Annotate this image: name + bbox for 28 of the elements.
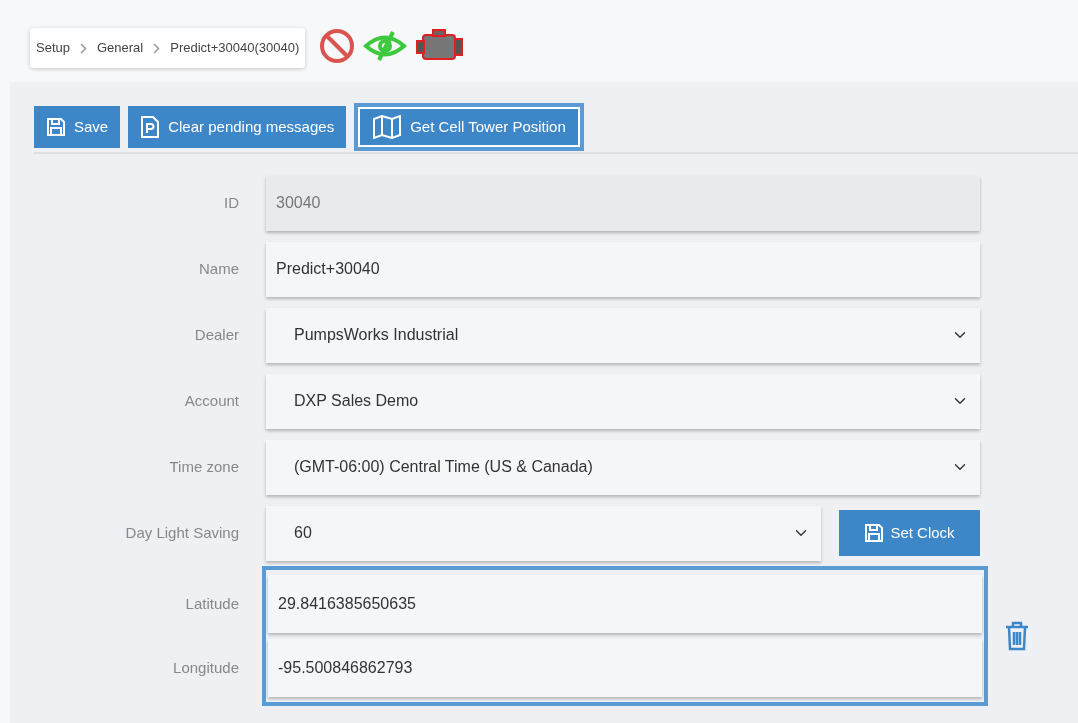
prohibited-icon [319,28,356,64]
toolbar-button[interactable]: Clear pending messages [128,106,347,148]
document-p-icon [140,115,161,139]
dropdown-field[interactable]: DXP Sales Demo [266,373,980,429]
trash-icon[interactable] [1004,621,1030,651]
input-field[interactable]: -95.500846862793 [268,639,982,697]
eye-slash-icon [363,29,408,63]
field-label: Account [183,390,240,411]
breadcrumb-item: Predict+30040(30040) [170,39,300,57]
breadcrumb-item[interactable]: General [97,38,144,58]
field-label: ID [223,192,240,213]
field-label: Dealer [193,324,240,345]
input-field[interactable]: 29.8416385650635 [268,575,982,633]
field-label: Name [198,258,240,279]
field-label: Longitude [172,658,240,678]
dropdown-field[interactable]: (GMT-06:00) Central Time (US & Canada) [266,439,980,495]
dropdown-field[interactable]: 60 [266,505,821,561]
dropdown-field[interactable]: PumpsWorks Industrial [266,307,980,363]
input-field[interactable]: Predict+30040 [266,241,980,297]
field-label: Latitude [184,594,240,614]
map-icon [372,115,403,139]
readonly-field[interactable]: 30040 [266,175,980,231]
toolbar-button[interactable]: Save [34,106,121,148]
breadcrumb-item[interactable]: Setup [36,38,70,58]
field-label: Time zone [168,456,240,477]
field-label: Day Light Saving [124,522,240,543]
toolbar-button[interactable]: Get Cell Tower Position [360,109,578,145]
set-clock-button[interactable]: Set Clock [839,510,980,556]
